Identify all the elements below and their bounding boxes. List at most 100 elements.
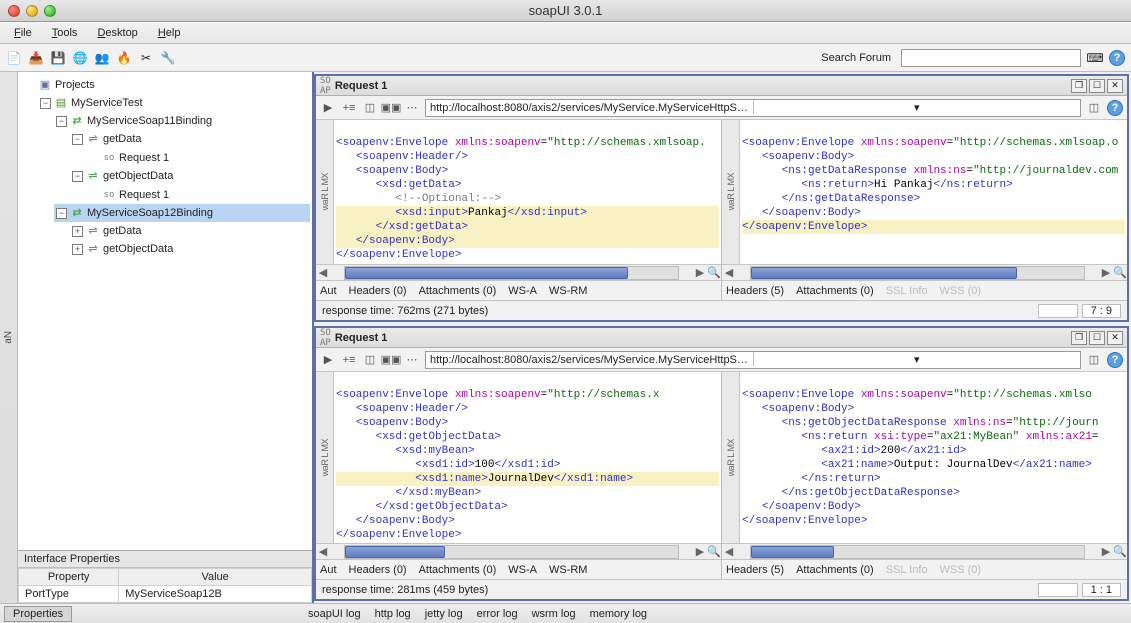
maximize-window-icon[interactable]: ☐ — [1089, 79, 1105, 93]
tab-sslinfo: SSL Info — [886, 564, 928, 576]
hscrollbar[interactable]: ◀▶🔍 — [722, 264, 1127, 280]
help-icon[interactable]: ? — [1107, 352, 1123, 368]
soap-badge-icon: SOAP — [320, 76, 331, 96]
log-tab-error[interactable]: error log — [477, 608, 518, 620]
tree-request[interactable]: Request 1 — [119, 149, 169, 167]
maximize-window-icon[interactable]: ☐ — [1089, 331, 1105, 345]
add-to-testcase-icon[interactable]: +≡ — [341, 352, 357, 368]
help-icon[interactable]: ? — [1109, 50, 1125, 66]
preferences-icon[interactable]: ✂ — [138, 50, 154, 66]
tree-binding-1[interactable]: MyServiceSoap11Binding — [87, 112, 212, 130]
menu-tools[interactable]: Tools — [44, 25, 86, 41]
tab-headers[interactable]: Headers (0) — [349, 564, 407, 576]
log-tab-soapui[interactable]: soapUI log — [308, 608, 361, 620]
tab-attachments[interactable]: Attachments (0) — [796, 564, 874, 576]
restore-window-icon[interactable]: ❐ — [1071, 331, 1087, 345]
tree-binding-2[interactable]: MyServiceSoap12Binding — [87, 204, 213, 222]
loadui-icon[interactable]: 🔥 — [116, 50, 132, 66]
project-tree[interactable]: Projects −MyServiceTest −MyServiceSoap11… — [20, 76, 310, 258]
help-icon[interactable]: ? — [1107, 100, 1123, 116]
expander-icon[interactable]: − — [56, 116, 67, 127]
expander-icon[interactable]: + — [72, 226, 83, 237]
clone-request-icon[interactable]: ▣▣ — [383, 100, 399, 116]
tree-op[interactable]: getObjectData — [103, 167, 173, 185]
tab-headers[interactable]: Headers (5) — [726, 564, 784, 576]
properties-tab[interactable]: Properties — [4, 606, 72, 622]
request-rail[interactable]: waR L MX — [316, 120, 334, 264]
response-rail[interactable]: waR L MX — [722, 372, 740, 543]
zoom-icon[interactable]: 🔍 — [1113, 266, 1127, 279]
tab-wsa[interactable]: WS-A — [508, 285, 537, 297]
tree-op[interactable]: getData — [103, 130, 142, 148]
request-xml-editor[interactable]: <soapenv:Envelope xmlns:soapenv="http://… — [334, 120, 721, 264]
search-options-icon[interactable]: ⌨ — [1087, 50, 1103, 66]
expander-icon[interactable]: − — [40, 98, 51, 109]
add-to-mock-icon[interactable]: ◫ — [362, 352, 378, 368]
endpoint-selector[interactable]: http://localhost:8080/axis2/services/MyS… — [425, 351, 1081, 369]
workspace-icon — [38, 76, 52, 94]
hscrollbar[interactable]: ◀▶🔍 — [316, 543, 721, 559]
menu-desktop[interactable]: Desktop — [89, 25, 145, 41]
hscrollbar[interactable]: ◀▶🔍 — [316, 264, 721, 280]
tab-headers[interactable]: Headers (0) — [349, 285, 407, 297]
menu-file[interactable]: File — [6, 25, 40, 41]
toggle-layout-icon[interactable]: ◫ — [1086, 352, 1102, 368]
search-forum-label: Search Forum — [821, 52, 891, 64]
response-xml-viewer[interactable]: <soapenv:Envelope xmlns:soapenv="http://… — [740, 120, 1127, 264]
tab-wsa[interactable]: WS-A — [508, 564, 537, 576]
search-forum-input[interactable] — [901, 49, 1081, 67]
chevron-down-icon[interactable]: ▾ — [753, 101, 1081, 114]
log-tab-memory[interactable]: memory log — [590, 608, 647, 620]
expander-icon[interactable]: − — [72, 171, 83, 182]
tab-attachments[interactable]: Attachments (0) — [419, 564, 497, 576]
log-tab-jetty[interactable]: jetty log — [425, 608, 463, 620]
log-tab-wsrm[interactable]: wsrm log — [532, 608, 576, 620]
tab-aut[interactable]: Aut — [320, 564, 337, 576]
tab-headers[interactable]: Headers (5) — [726, 285, 784, 297]
hscrollbar[interactable]: ◀▶🔍 — [722, 543, 1127, 559]
add-to-mock-icon[interactable]: ◫ — [362, 100, 378, 116]
clone-request-icon[interactable]: ▣▣ — [383, 352, 399, 368]
expander-icon[interactable]: + — [72, 244, 83, 255]
chevron-down-icon[interactable]: ▾ — [753, 353, 1081, 366]
tab-wsrm[interactable]: WS-RM — [549, 285, 588, 297]
tree-op[interactable]: getObjectData — [103, 240, 173, 258]
import-icon[interactable]: 📥 — [28, 50, 44, 66]
close-window-icon[interactable]: ✕ — [1107, 79, 1123, 93]
tree-op[interactable]: getData — [103, 222, 142, 240]
log-tab-http[interactable]: http log — [375, 608, 411, 620]
request-rail[interactable]: waR L MX — [316, 372, 334, 543]
tab-aut[interactable]: Aut — [320, 285, 337, 297]
new-project-icon[interactable]: 📄 — [6, 50, 22, 66]
options-icon[interactable]: ⋯ — [404, 100, 420, 116]
request-xml-editor[interactable]: <soapenv:Envelope xmlns:soapenv="http://… — [334, 372, 721, 543]
options-icon[interactable]: ⋯ — [404, 352, 420, 368]
response-rail[interactable]: waR L MX — [722, 120, 740, 264]
response-xml-viewer[interactable]: <soapenv:Envelope xmlns:soapenv="http://… — [740, 372, 1127, 543]
add-to-testcase-icon[interactable]: +≡ — [341, 100, 357, 116]
save-all-icon[interactable]: 💾 — [50, 50, 66, 66]
run-request-icon[interactable]: ▶ — [320, 100, 336, 116]
toggle-layout-icon[interactable]: ◫ — [1086, 100, 1102, 116]
tree-request[interactable]: Request 1 — [119, 186, 169, 204]
tab-attachments[interactable]: Attachments (0) — [796, 285, 874, 297]
expander-icon[interactable]: − — [72, 134, 83, 145]
binding-icon — [70, 112, 84, 130]
zoom-icon[interactable]: 🔍 — [1113, 545, 1127, 558]
zoom-icon[interactable]: 🔍 — [707, 266, 721, 279]
tree-project[interactable]: MyServiceTest — [71, 94, 143, 112]
support-icon[interactable]: 👥 — [94, 50, 110, 66]
expander-icon[interactable]: − — [56, 208, 67, 219]
zoom-icon[interactable]: 🔍 — [707, 545, 721, 558]
menu-help[interactable]: Help — [150, 25, 189, 41]
endpoint-selector[interactable]: http://localhost:8080/axis2/services/MyS… — [425, 99, 1081, 117]
tab-attachments[interactable]: Attachments (0) — [419, 285, 497, 297]
proxy-icon[interactable]: 🔧 — [160, 50, 176, 66]
restore-window-icon[interactable]: ❐ — [1071, 79, 1087, 93]
tree-root[interactable]: Projects — [55, 76, 95, 94]
navigator-rail[interactable]: aN — [0, 72, 18, 603]
forum-icon[interactable]: 🌐 — [72, 50, 88, 66]
run-request-icon[interactable]: ▶ — [320, 352, 336, 368]
close-window-icon[interactable]: ✕ — [1107, 331, 1123, 345]
tab-wsrm[interactable]: WS-RM — [549, 564, 588, 576]
